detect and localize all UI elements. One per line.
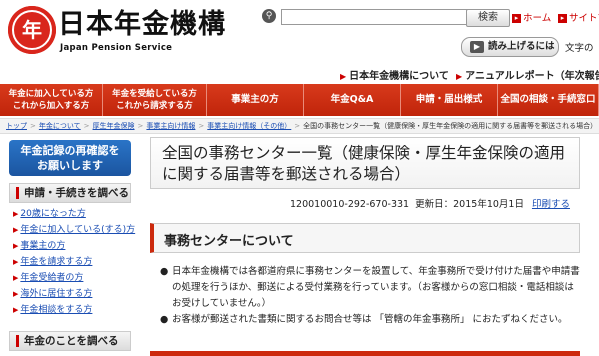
read-aloud-button[interactable]: ▶ 読み上げるには [461, 37, 559, 57]
breadcrumb-link[interactable]: トップ [6, 122, 27, 130]
bullet-icon: ● [160, 266, 169, 277]
about-link-label: 日本年金機構について [349, 71, 449, 82]
procedures-heading: 申請・手続きを調べる [9, 183, 131, 203]
next-section-edge [150, 351, 580, 356]
sidebar-item[interactable]: ▶ 年金受給者の方 [9, 271, 131, 286]
updated-date: 更新日：2015年10月1日 [415, 199, 524, 210]
doc-id: 120010010-292-670-331 [290, 199, 410, 210]
breadcrumb-link[interactable]: 厚生年金保険 [93, 122, 135, 130]
logo-mark-text: 年 [22, 18, 42, 42]
sidebar-item-label: 年金受給者の方 [20, 273, 84, 283]
bullet-item: ● 日本年金機構では各都道府県に事務センターを設置して、年金事務所で受け付けた届… [160, 264, 580, 312]
triangle-icon: ▶ [13, 226, 19, 234]
sitemap-link-label: サイトマ [569, 13, 599, 24]
sitemap-icon: ▸ [558, 14, 567, 23]
nav-item-employers[interactable]: 事業主の方 [207, 84, 304, 116]
search-button[interactable]: 検索 [466, 9, 510, 27]
triangle-icon: ▶ [13, 306, 19, 314]
triangle-icon: ▶ [13, 274, 19, 282]
sidebar-item-label: 20歳になった方 [20, 209, 86, 219]
learn-heading-label: 年金のことを調べる [24, 335, 119, 347]
triangle-icon: ▶ [13, 290, 19, 298]
logo-title[interactable]: 日本年金機構 [58, 8, 226, 42]
nav-item-offices[interactable]: 全国の相談・手続窓口 [498, 84, 599, 116]
sitemap-link[interactable]: ▸サイトマ [558, 10, 599, 24]
nav-item-forms[interactable]: 申請・届出様式 [401, 84, 498, 116]
annual-report-link-label: アニュアルレポート（年次報告書 [465, 71, 599, 82]
nav-item-members[interactable]: 年金に加入している方 これから加入する方 [0, 84, 103, 116]
logo-subtitle: Japan Pension Service [60, 43, 173, 53]
breadcrumb-link[interactable]: 年金について [39, 122, 81, 130]
section-title: 事務センターについて [164, 234, 294, 249]
records-check-banner[interactable]: 年金記録の再確認を お願いします [9, 140, 131, 176]
bullet-text: 日本年金機構では各都道府県に事務センターを設置して、年金事務所で受け付けた届書や… [172, 266, 580, 309]
sidebar-item[interactable]: ▶ 事業主の方 [9, 239, 131, 254]
triangle-icon: ▶ [13, 258, 19, 266]
sidebar-item-label: 年金相談をする方 [20, 305, 93, 315]
learn-heading: 年金のことを調べる [9, 331, 131, 351]
triangle-icon: ▶ [456, 72, 463, 81]
triangle-icon: ▶ [13, 210, 19, 218]
bullet-icon: ● [160, 314, 169, 325]
breadcrumb-link[interactable]: 事業主向け情報 [146, 122, 195, 130]
logo-mark[interactable]: 年 [8, 6, 56, 54]
sidebar-item[interactable]: ▶ 年金を請求する方 [9, 255, 131, 270]
font-size-label: 文字の [565, 43, 594, 54]
search-input[interactable] [281, 9, 469, 25]
print-link[interactable]: 印刷する [532, 199, 570, 210]
read-aloud-label: 読み上げるには [488, 41, 555, 52]
annual-report-link[interactable]: ▶アニュアルレポート（年次報告書 [456, 67, 599, 82]
triangle-icon: ▶ [13, 242, 19, 250]
global-nav: 年金に加入している方 これから加入する方 年金を受給している方 これから請求する… [0, 84, 599, 116]
page-title: 全国の事務センター一覧（健康保険・厚生年金保険の適用に関する届書等を郵送される場… [162, 144, 566, 183]
triangle-icon: ▶ [340, 72, 347, 81]
sidebar-item-label: 事業主の方 [20, 241, 66, 251]
breadcrumb: トップ > 年金について > 厚生年金保険 > 事業主向け情報 > 事業主向け情報（その他） > 全… [0, 118, 599, 134]
about-link[interactable]: ▶ 日本年金機構について [340, 67, 449, 82]
procedures-heading-label: 申請・手続きを調べる [24, 187, 129, 199]
nav-item-recipients[interactable]: 年金を受給している方 これから請求する方 [103, 84, 207, 116]
speaker-icon: ▶ [470, 40, 484, 53]
sidebar-item[interactable]: ▶ 海外に居住する方 [9, 287, 131, 302]
home-link[interactable]: ▸ ホーム [512, 10, 551, 24]
sidebar-item[interactable]: ▶ 20歳になった方 [9, 207, 131, 222]
sidebar-item-label: 年金に加入している(する)方 [20, 225, 136, 235]
search-icon: ⚲ [262, 9, 276, 23]
sidebar-item-label: 海外に居住する方 [20, 289, 93, 299]
home-icon: ▸ [512, 14, 521, 23]
breadcrumb-link[interactable]: 事業主向け情報（その他） [207, 122, 291, 130]
page-meta: 120010010-292-670-331 更新日：2015年10月1日 印刷する [290, 196, 570, 210]
breadcrumb-current: 全国の事務センター一覧（健康保険・厚生年金保険の適用に関する届書等を郵送される場… [303, 122, 598, 130]
bullet-text: お客様が郵送された書類に関するお問合せ等は 「管轄の年金事務所」 におたずねくだ… [172, 314, 568, 325]
sidebar-item[interactable]: ▶ 年金相談をする方 [9, 303, 131, 318]
sidebar-item-label: 年金を請求する方 [20, 257, 93, 267]
sidebar-item[interactable]: ▶ 年金に加入している(する)方 [9, 223, 135, 238]
bullet-item: ● お客様が郵送された書類に関するお問合せ等は 「管轄の年金事務所」 におたずね… [160, 312, 580, 328]
home-link-label: ホーム [523, 13, 552, 24]
nav-item-qa[interactable]: 年金Q&A [304, 84, 401, 116]
